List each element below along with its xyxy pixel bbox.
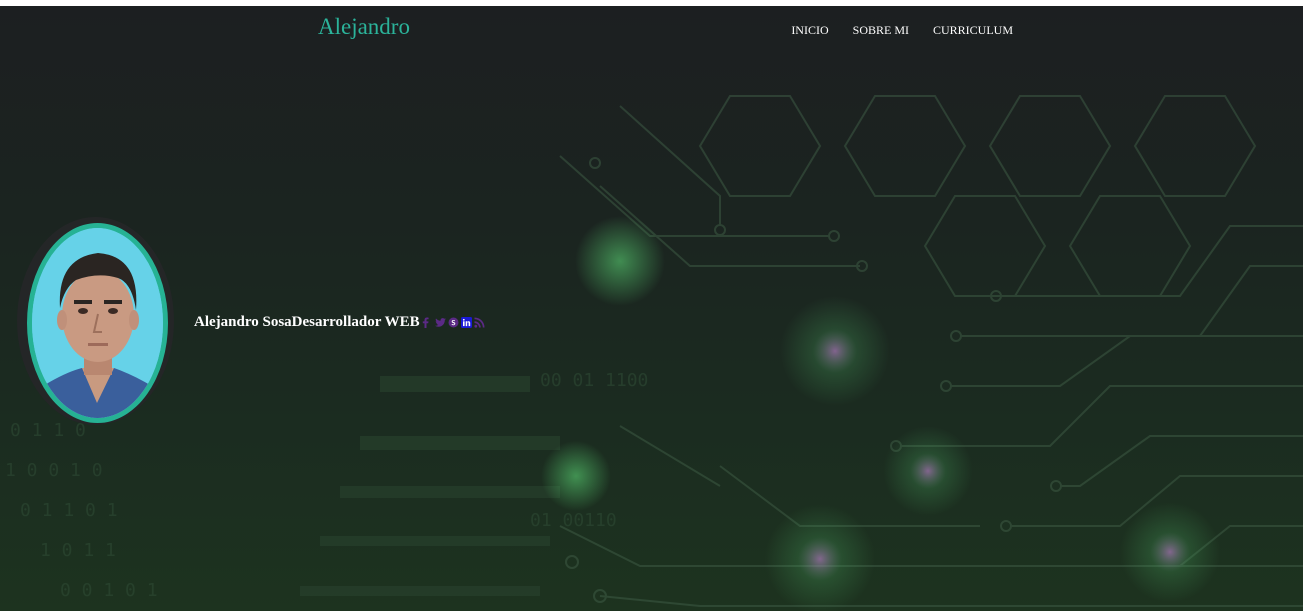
nav-link-inicio[interactable]: INICIO (791, 23, 828, 38)
nav-link-sobre-mi[interactable]: SOBRE MI (853, 23, 909, 38)
rss-icon[interactable] (473, 317, 485, 328)
avatar-frame (17, 217, 174, 425)
social-links (422, 317, 485, 328)
svg-text:0 0 1 0 1: 0 0 1 0 1 (60, 580, 158, 601)
hero-name: Alejandro Sosa (194, 314, 292, 330)
nav-menu: INICIO SOBRE MI CURRICULUM (791, 23, 1013, 38)
svg-text:0 1 1 0: 0 1 1 0 (10, 420, 86, 441)
svg-text:00 01 1100: 00 01 1100 (540, 370, 648, 391)
linkedin-icon[interactable] (460, 317, 472, 328)
svg-text:1 0 0 1 0: 1 0 0 1 0 (5, 460, 103, 481)
hero-intro: Alejandro Sosa Desarrollador WEB (194, 314, 485, 331)
circuit-background: 0 1 1 0 1 0 0 1 0 0 1 1 0 1 1 0 1 1 0 0 … (5, 95, 1303, 611)
svg-text:1 0 1 1: 1 0 1 1 (40, 540, 116, 561)
hero-role: Desarrollador WEB (291, 314, 420, 330)
facebook-icon[interactable] (422, 317, 433, 328)
twitter-icon[interactable] (434, 317, 446, 328)
svg-text:01 00110: 01 00110 (530, 510, 617, 531)
svg-text:0 1 1 0 1: 0 1 1 0 1 (20, 500, 118, 521)
top-navbar: Alejandro INICIO SOBRE MI CURRICULUM (0, 6, 1303, 54)
brand-link[interactable]: Alejandro (318, 14, 410, 40)
profile-photo (32, 228, 163, 418)
page-background: 0 1 1 0 1 0 0 1 0 0 1 1 0 1 1 0 1 1 0 0 … (0, 6, 1303, 611)
skype-icon[interactable] (448, 317, 459, 328)
avatar (27, 223, 168, 423)
nav-link-curriculum[interactable]: CURRICULUM (933, 23, 1013, 38)
